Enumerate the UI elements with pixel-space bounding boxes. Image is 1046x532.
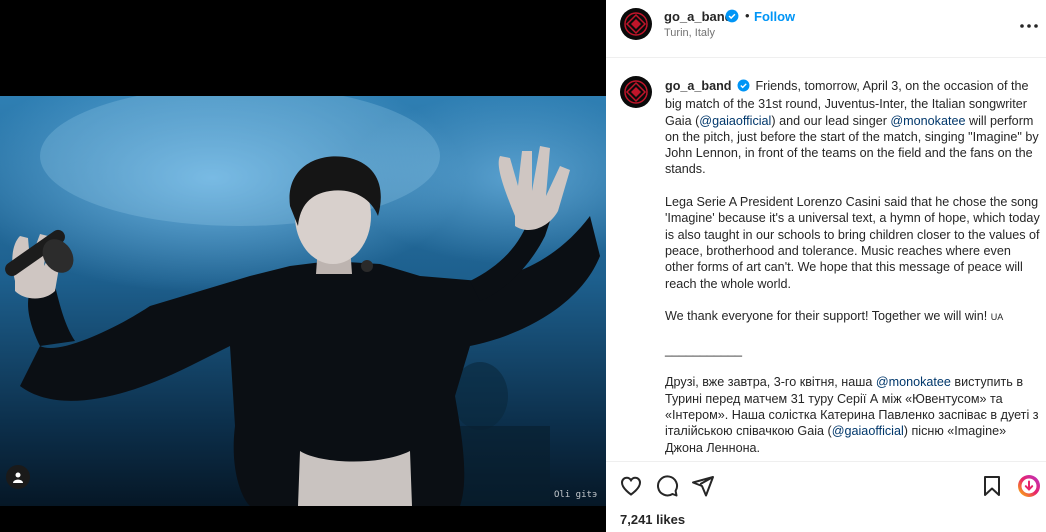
post-actions: 7,241 likes	[606, 461, 1046, 532]
post-caption: go_a_band Friends, tomorrow, April 3, on…	[665, 78, 1043, 460]
post-photo[interactable]	[0, 96, 606, 506]
mention-link[interactable]: @gaiaofficial	[699, 114, 771, 128]
singer-illustration	[5, 96, 600, 506]
caption-text: Друзі, вже завтра, 3-го квітня, наша	[665, 375, 876, 390]
caption-paragraph-4: Друзі, вже завтра, 3-го квітня, наша @mo…	[665, 374, 1043, 455]
save-bookmark-icon[interactable]	[980, 474, 1004, 498]
caption-divider: ___________	[665, 342, 743, 357]
post-sidebar: go_a_band • Follow Turin, Italy go_a_ban…	[606, 0, 1046, 532]
mention-link[interactable]: @monokatee	[890, 114, 965, 128]
mention-link[interactable]: @gaiaofficial	[832, 424, 904, 438]
post-author-username[interactable]: go_a_band	[664, 9, 733, 24]
caption-paragraph-1: go_a_band Friends, tomorrow, April 3, on…	[665, 78, 1043, 178]
band-logo-icon	[624, 80, 648, 104]
more-options-icon[interactable]	[1017, 14, 1041, 38]
caption-paragraph-3: We thank everyone for their support! Tog…	[665, 308, 1043, 325]
flag-emoji: UA	[990, 312, 1004, 323]
caption-text: ) and our lead singer	[771, 113, 891, 128]
user-tag-icon[interactable]	[6, 465, 30, 489]
avatar[interactable]	[620, 8, 652, 40]
likes-count[interactable]: 7,241 likes	[620, 512, 685, 527]
caption-section: go_a_band Friends, tomorrow, April 3, on…	[606, 60, 1046, 460]
post-location[interactable]: Turin, Italy	[664, 27, 715, 39]
verified-badge-icon	[737, 79, 750, 96]
follow-button[interactable]: Follow	[754, 9, 795, 24]
caption-text: We thank everyone for their support! Tog…	[665, 309, 991, 324]
band-logo-icon	[624, 12, 648, 36]
share-icon[interactable]	[691, 474, 715, 498]
photo-watermark: Oli gitэ	[554, 490, 598, 500]
caption-username[interactable]: go_a_band	[665, 79, 731, 93]
mention-link[interactable]: @monokatee	[876, 375, 951, 389]
caption-paragraph-2: Lega Serie A President Lorenzo Casini sa…	[665, 195, 1040, 291]
reels-badge-icon[interactable]	[1017, 474, 1041, 498]
comment-icon[interactable]	[655, 474, 679, 498]
post-header: go_a_band • Follow Turin, Italy	[606, 0, 1046, 58]
verified-badge-icon	[725, 9, 739, 28]
caption-avatar[interactable]	[620, 76, 652, 108]
like-heart-icon[interactable]	[619, 474, 643, 498]
separator-dot: •	[745, 8, 750, 23]
post-media[interactable]: Oli gitэ	[0, 0, 606, 532]
